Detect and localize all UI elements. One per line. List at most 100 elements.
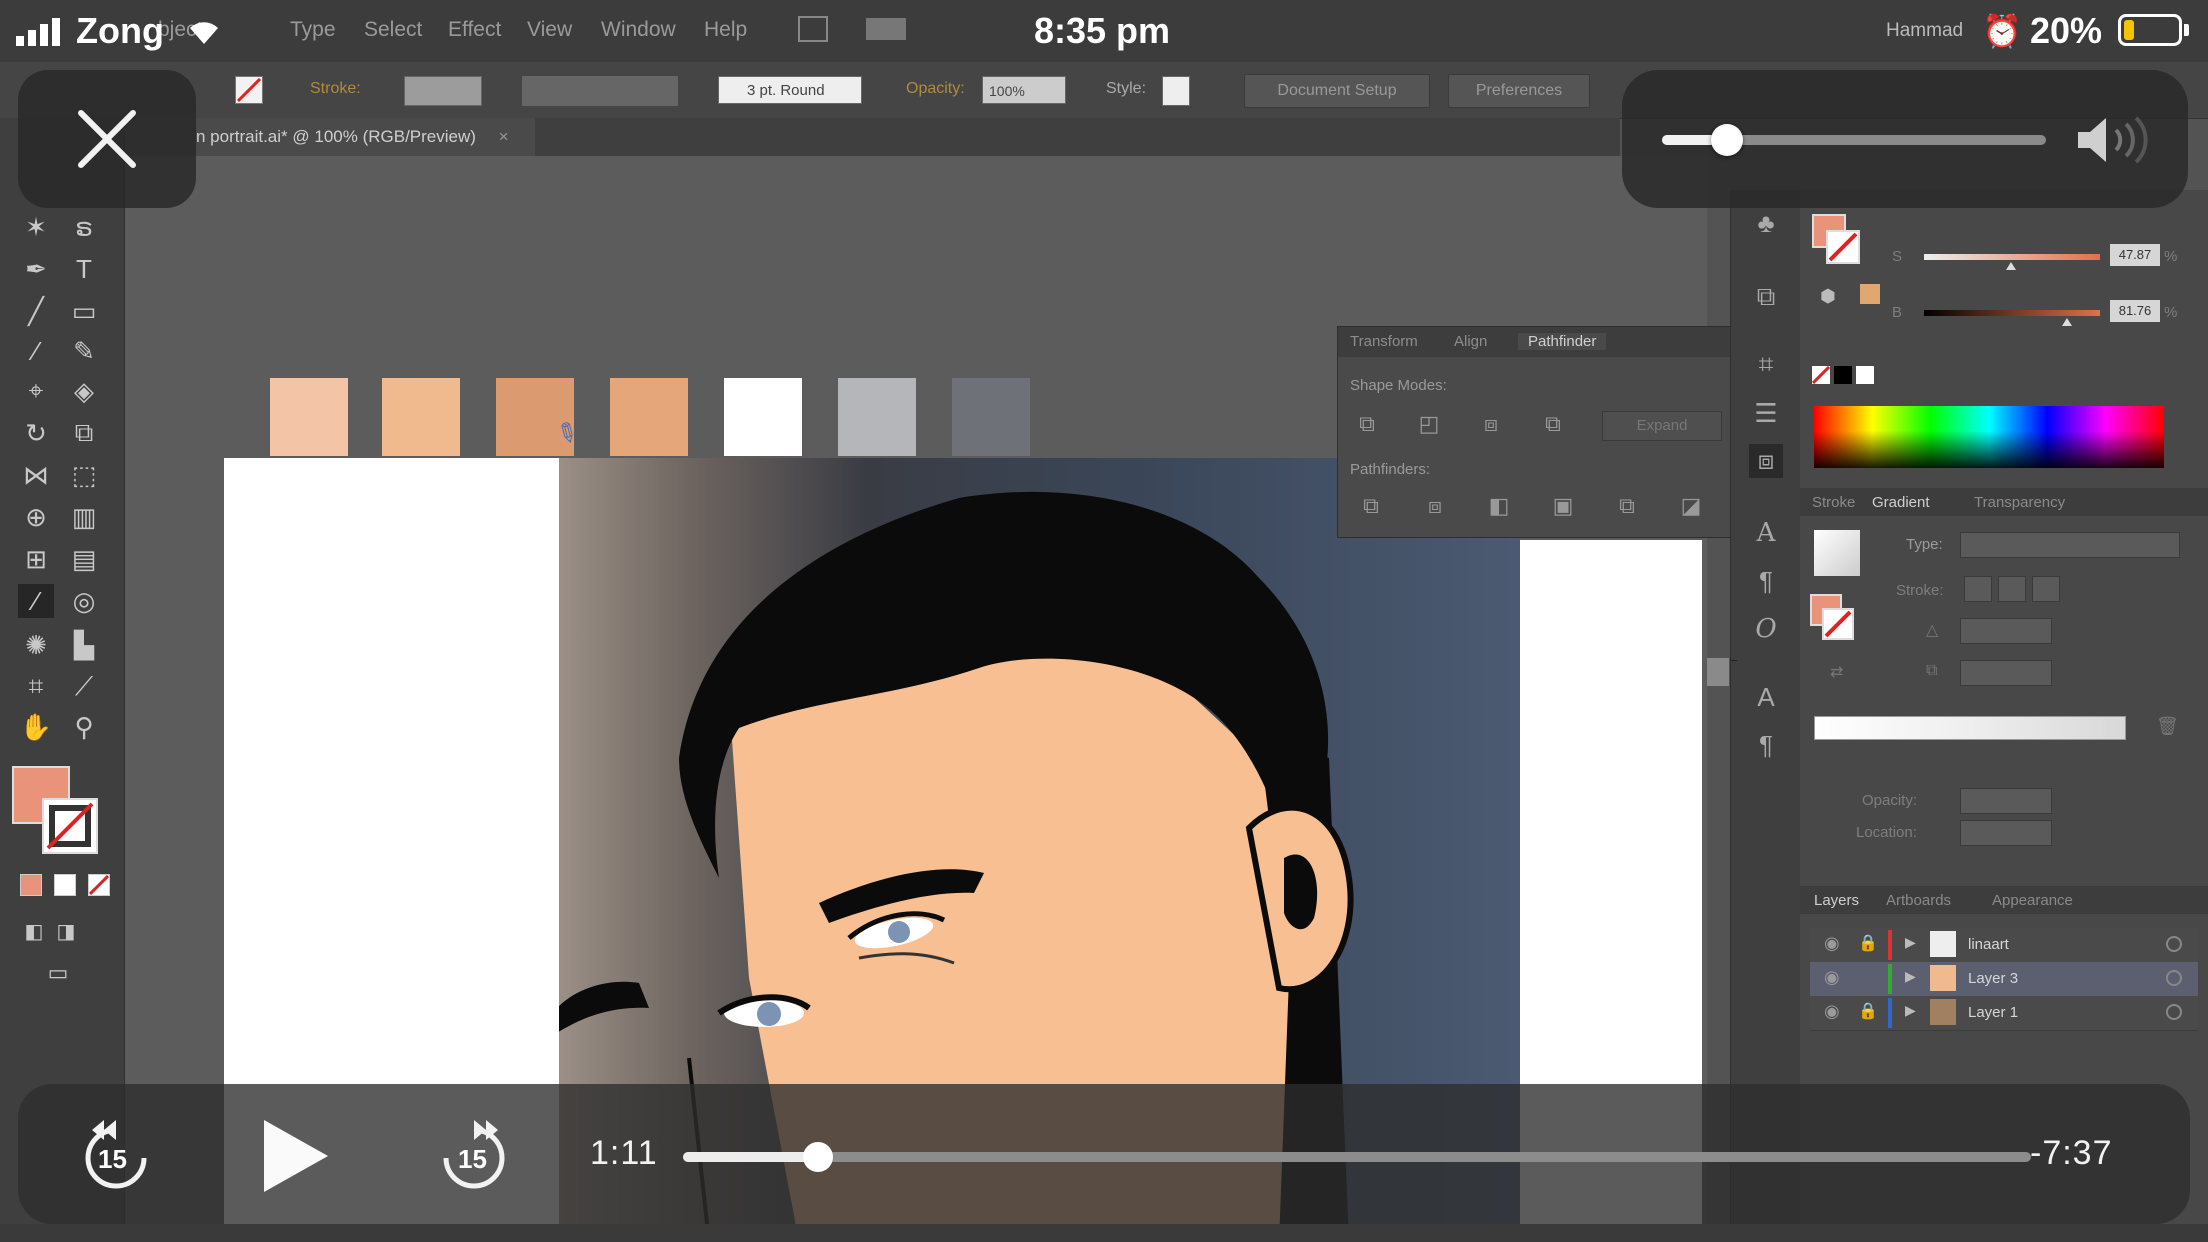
layer-name[interactable]: Layer 3 (1968, 970, 2018, 987)
transform-icon[interactable]: ⌗ (1749, 348, 1783, 382)
tab-gradient[interactable]: Gradient (1872, 494, 1930, 511)
layer-row-layer-1[interactable]: ◉ 🔒 ▶ Layer 1 (1810, 996, 2198, 1031)
gradient-slider[interactable] (1814, 716, 2126, 740)
color-stroke-swatch[interactable] (1826, 230, 1860, 264)
tab-appearance[interactable]: Appearance (1992, 892, 2073, 909)
saturation-slider[interactable] (1924, 254, 2100, 260)
style-swatch[interactable] (1162, 76, 1190, 106)
volume-slider-knob[interactable] (1711, 124, 1744, 156)
expand-triangle-icon[interactable]: ▶ (1905, 968, 1916, 985)
blob-brush-tool-icon[interactable]: ⌖ (18, 374, 54, 408)
gradient-opacity-field[interactable] (1960, 788, 2052, 814)
merge-icon[interactable]: ◧ (1486, 493, 1512, 519)
paragraph-icon[interactable]: ¶ (1749, 564, 1783, 598)
rectangle-tool-icon[interactable]: ▭ (66, 294, 102, 328)
rotate-tool-icon[interactable]: ↻ (18, 416, 54, 450)
slice-tool-icon[interactable]: ⟋ (66, 670, 102, 704)
gradient-aspect-field[interactable] (1960, 660, 2052, 686)
intersect-icon[interactable]: ⧈ (1478, 411, 1504, 437)
saturation-slider-knob[interactable] (2006, 262, 2016, 270)
sample-swatch-5[interactable] (724, 378, 802, 456)
pencil-tool-icon[interactable]: ✎ (66, 334, 102, 368)
brightness-slider[interactable] (1924, 310, 2100, 316)
tab-transparency[interactable]: Transparency (1974, 494, 2065, 511)
brush-definition-field[interactable]: 3 pt. Round (718, 76, 862, 104)
variable-width-field[interactable] (522, 76, 678, 106)
expand-triangle-icon[interactable]: ▶ (1905, 1002, 1916, 1019)
stroke-gradient-across[interactable] (2032, 576, 2060, 602)
tab-transform[interactable]: Transform (1350, 333, 1418, 350)
align-icon[interactable]: ☰ (1749, 396, 1783, 430)
column-graph-tool-icon[interactable]: ▙ (66, 628, 102, 662)
eraser-tool-icon[interactable]: ◈ (66, 374, 102, 408)
opacity-field[interactable]: 100% (982, 76, 1066, 104)
divide-icon[interactable]: ⧉ (1358, 493, 1384, 519)
outline-icon[interactable]: ⧉ (1614, 493, 1640, 519)
gradient-mode-button[interactable] (54, 874, 76, 896)
gradient-tool-icon[interactable]: ▤ (66, 542, 102, 576)
gradient-type-select[interactable] (1960, 532, 2180, 558)
sample-swatch-7[interactable] (952, 378, 1030, 456)
visibility-eye-icon[interactable]: ◉ (1824, 933, 1846, 955)
minus-front-icon[interactable]: ◰ (1416, 411, 1442, 437)
stroke-weight-field[interactable] (404, 76, 482, 106)
sample-swatch-1[interactable] (270, 378, 348, 456)
speaker-icon[interactable] (2076, 116, 2156, 164)
expand-button[interactable]: Expand (1602, 411, 1722, 441)
layer-row-layer-3[interactable]: ◉ ▶ Layer 3 (1810, 962, 2198, 997)
sample-swatch-6[interactable] (838, 378, 916, 456)
stroke-color-swatch[interactable] (42, 798, 98, 854)
brightness-value[interactable]: 81.76 (2110, 300, 2160, 322)
layer-name[interactable]: Layer 1 (1968, 1004, 2018, 1021)
tab-pathfinder[interactable]: Pathfinder (1518, 333, 1607, 350)
playback-scrubber[interactable] (683, 1142, 2031, 1172)
tab-stroke[interactable]: Stroke (1812, 494, 1855, 511)
width-tool-icon[interactable]: ⋈ (18, 458, 54, 492)
web-safe-swatch[interactable] (1860, 284, 1880, 304)
line-tool-icon[interactable]: ╱ (18, 294, 54, 328)
blend-tool-icon[interactable]: ◎ (66, 584, 102, 618)
screen-mode-icon[interactable]: ▭ (40, 956, 76, 990)
type-tool-icon[interactable]: T (66, 252, 102, 286)
shape-builder-tool-icon[interactable]: ⊕ (18, 500, 54, 534)
skip-back-15-button[interactable]: 15 (74, 1116, 158, 1196)
lock-icon[interactable]: 🔒 (1858, 933, 1880, 955)
color-mode-button[interactable] (20, 874, 42, 896)
tab-layers[interactable]: Layers (1814, 892, 1859, 909)
none-mode-button[interactable] (88, 874, 110, 896)
minus-back-icon[interactable]: ◪ (1678, 493, 1704, 519)
target-circle-icon[interactable] (2166, 936, 2182, 952)
document-setup-button[interactable]: Document Setup (1244, 74, 1430, 108)
reverse-gradient-icon[interactable]: ⇄ (1830, 662, 1843, 682)
volume-slider[interactable] (1662, 124, 2046, 156)
tab-artboards[interactable]: Artboards (1886, 892, 1951, 909)
stroke-gradient-within[interactable] (1964, 576, 1992, 602)
document-tab-close[interactable]: × (499, 127, 509, 146)
free-transform-tool-icon[interactable]: ⬚ (66, 458, 102, 492)
lock-icon[interactable]: 🔒 (1858, 1001, 1880, 1023)
paintbrush-tool-icon[interactable]: ⁄ (18, 334, 54, 368)
zoom-tool-icon[interactable]: ⚲ (66, 710, 102, 744)
close-button[interactable] (18, 70, 196, 208)
stroke-gradient-along[interactable] (1998, 576, 2026, 602)
gradient-stroke-swatch[interactable] (1822, 608, 1854, 640)
brightness-slider-knob[interactable] (2062, 318, 2072, 326)
eyedropper-tool-icon[interactable]: ⁄ (18, 584, 54, 618)
stroke-none-swatch[interactable] (235, 76, 263, 104)
draw-behind-icon[interactable]: ◨ (48, 914, 84, 948)
visibility-eye-icon[interactable]: ◉ (1824, 967, 1846, 989)
artboard-tool-icon[interactable]: ⌗ (18, 670, 54, 704)
opentype-icon[interactable]: O (1749, 612, 1783, 646)
symbol-sprayer-tool-icon[interactable]: ✺ (18, 628, 54, 662)
white-color-chip[interactable] (1856, 366, 1874, 384)
target-circle-icon[interactable] (2166, 1004, 2182, 1020)
mesh-tool-icon[interactable]: ⊞ (18, 542, 54, 576)
symbols-icon[interactable]: ♣ (1749, 206, 1783, 240)
saturation-value[interactable]: 47.87 (2110, 244, 2160, 266)
gradient-location-field[interactable] (1960, 820, 2052, 846)
preferences-button[interactable]: Preferences (1448, 74, 1590, 108)
exclude-icon[interactable]: ⧉ (1540, 411, 1566, 437)
character-icon[interactable]: A (1749, 516, 1783, 550)
unite-icon[interactable]: ⧉ (1354, 411, 1380, 437)
trim-icon[interactable]: ⧈ (1422, 493, 1448, 519)
